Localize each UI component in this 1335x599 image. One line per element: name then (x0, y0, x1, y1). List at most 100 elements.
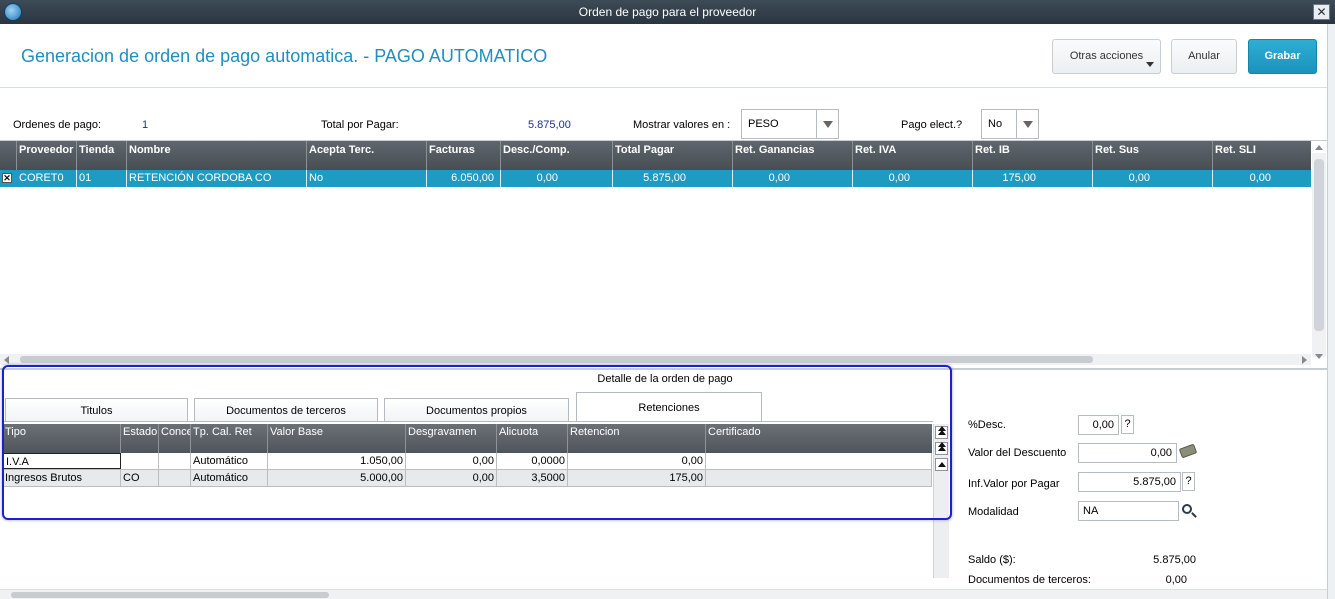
col-header-desc-comp[interactable]: Desc./Comp. (501, 141, 613, 170)
search-icon[interactable] (1182, 504, 1192, 514)
col-header-ret-ganancias[interactable]: Ret. Ganancias (733, 141, 853, 170)
col-header-estado[interactable]: Estado (121, 424, 159, 453)
cell-estado[interactable] (121, 453, 159, 469)
retenciones-vertical-scrollbar[interactable] (933, 424, 949, 578)
dropdown-arrow-icon[interactable] (816, 110, 838, 138)
cell-proveedor[interactable]: CORET0 (17, 170, 77, 187)
checkbox-icon[interactable]: ✕ (2, 173, 12, 183)
ordenes-grid: Proveedor Tienda Nombre Acepta Terc. Fac… (0, 140, 1327, 365)
cell-retencion[interactable]: 175,00 (568, 470, 706, 486)
scroll-up-icon[interactable] (935, 458, 948, 471)
cell-certificado[interactable] (706, 470, 932, 486)
valor-descuento-field[interactable]: 0,00 (1078, 443, 1177, 463)
col-header-tienda[interactable]: Tienda (77, 141, 127, 170)
help-button[interactable]: ? (1182, 472, 1195, 491)
cell-ret-iva[interactable]: 0,00 (853, 170, 973, 187)
ordenes-horizontal-scrollbar[interactable] (0, 354, 1311, 365)
cell-acepta-terc[interactable]: No (307, 170, 427, 187)
cell-tienda[interactable]: 01 (77, 170, 127, 187)
cell-conce[interactable] (159, 470, 191, 486)
scroll-top-icon[interactable] (935, 426, 948, 439)
col-header-total-pagar[interactable]: Total Pagar (613, 141, 733, 170)
doc-terceros-value: 0,00 (1165, 574, 1187, 586)
col-header-proveedor[interactable]: Proveedor (17, 141, 77, 170)
cell-conce[interactable] (159, 453, 191, 469)
cell-ret-ib[interactable]: 175,00 (973, 170, 1093, 187)
ordenes-vertical-scrollbar[interactable] (1312, 145, 1326, 359)
total-label: Total por Pagar: (321, 119, 399, 131)
table-row[interactable]: ✕ CORET0 01 RETENCIÓN CORDOBA CO No 6.05… (0, 170, 1311, 187)
window-horizontal-scrollbar[interactable] (0, 589, 1327, 599)
cell-facturas[interactable]: 6.050,00 (427, 170, 501, 187)
cell-tipo[interactable]: I.V.A (3, 453, 121, 469)
cell-certificado[interactable] (706, 453, 932, 469)
col-header-acepta-terc[interactable]: Acepta Terc. (307, 141, 427, 170)
col-header-ret-ib[interactable]: Ret. IB (973, 141, 1093, 170)
desc-pct-label: %Desc. (968, 419, 1006, 431)
scroll-down-icon[interactable] (1315, 354, 1323, 359)
cell-tipo[interactable]: Ingresos Brutos (3, 470, 121, 486)
cell-desgravamen[interactable]: 0,00 (406, 453, 497, 469)
scrollbar-thumb[interactable] (20, 356, 1093, 363)
table-row[interactable]: I.V.A Automático 1.050,00 0,00 0,0000 0,… (3, 453, 932, 470)
anular-button[interactable]: Anular (1171, 39, 1237, 74)
cell-nombre[interactable]: RETENCIÓN CORDOBA CO (127, 170, 307, 187)
cell-total-pagar[interactable]: 5.875,00 (613, 170, 733, 187)
desc-pct-field[interactable]: 0,00 (1078, 415, 1119, 435)
col-header-ret-iva[interactable]: Ret. IVA (853, 141, 973, 170)
col-header-ret-sus[interactable]: Ret. Sus (1093, 141, 1213, 170)
dropdown-arrow-icon[interactable] (1016, 110, 1038, 138)
scroll-page-up-icon[interactable] (935, 442, 948, 455)
cell-valor-base[interactable]: 5.000,00 (268, 470, 406, 486)
cell-ret-sli[interactable]: 0,00 (1213, 170, 1311, 187)
scroll-up-icon[interactable] (1315, 145, 1323, 150)
mostrar-label: Mostrar valores en : (633, 119, 731, 131)
col-header-desgravamen[interactable]: Desgravamen (406, 424, 497, 453)
cell-tp-cal-ret[interactable]: Automático (191, 470, 268, 486)
row-select-cell[interactable]: ✕ (0, 170, 17, 187)
tab-documentos-propios[interactable]: Documentos propios (384, 398, 569, 422)
inf-valor-field[interactable]: 5.875,00 (1078, 472, 1181, 492)
cell-alicuota[interactable]: 3,5000 (497, 470, 568, 486)
col-header-nombre[interactable]: Nombre (127, 141, 307, 170)
modalidad-field[interactable]: NA (1078, 501, 1179, 521)
scroll-right-icon[interactable] (1302, 356, 1307, 364)
money-icon[interactable] (1178, 443, 1198, 459)
grabar-button[interactable]: Grabar (1248, 39, 1317, 74)
panel-divider[interactable] (0, 368, 1327, 370)
cell-estado[interactable]: CO (121, 470, 159, 486)
tab-documentos-terceros[interactable]: Documentos de terceros (194, 398, 378, 422)
col-header-valor-base[interactable]: Valor Base (268, 424, 406, 453)
otras-acciones-button[interactable]: Otras acciones (1052, 39, 1161, 74)
cell-ret-ganancias[interactable]: 0,00 (733, 170, 853, 187)
col-header-conce[interactable]: Conce (159, 424, 191, 453)
tab-titulos[interactable]: Titulos (5, 398, 188, 422)
table-row[interactable]: Ingresos Brutos CO Automático 5.000,00 0… (3, 470, 932, 487)
cell-retencion[interactable]: 0,00 (568, 453, 706, 469)
scrollbar-thumb[interactable] (1314, 159, 1324, 331)
col-header-retencion[interactable]: Retencion (568, 424, 706, 453)
cell-valor-base[interactable]: 1.050,00 (268, 453, 406, 469)
retenciones-grid-header: Tipo Estado Conce Tp. Cal. Ret Valor Bas… (3, 424, 932, 453)
scrollbar-thumb[interactable] (11, 592, 329, 598)
side-panel-edge (1327, 24, 1335, 599)
cell-tp-cal-ret[interactable]: Automático (191, 453, 268, 469)
cell-desgravamen[interactable]: 0,00 (406, 470, 497, 486)
col-header-certificado[interactable]: Certificado (706, 424, 932, 453)
col-header-tipo[interactable]: Tipo (3, 424, 121, 453)
col-header-facturas[interactable]: Facturas (427, 141, 501, 170)
col-header-ret-sli[interactable]: Ret. SLI (1213, 141, 1311, 170)
pago-elect-select[interactable]: No (981, 109, 1039, 139)
window-titlebar: Orden de pago para el proveedor ✕ (0, 0, 1335, 24)
close-window-button[interactable]: ✕ (1313, 4, 1330, 20)
help-button[interactable]: ? (1121, 415, 1134, 434)
cell-alicuota[interactable]: 0,0000 (497, 453, 568, 469)
mostrar-select[interactable]: PESO (741, 109, 839, 139)
cell-ret-sus[interactable]: 0,00 (1093, 170, 1213, 187)
mostrar-select-value: PESO (748, 118, 779, 130)
scroll-left-icon[interactable] (4, 356, 9, 364)
col-header-alicuota[interactable]: Alicuota (497, 424, 568, 453)
cell-desc-comp[interactable]: 0,00 (501, 170, 613, 187)
tab-retenciones[interactable]: Retenciones (576, 392, 762, 422)
col-header-tp-cal-ret[interactable]: Tp. Cal. Ret (191, 424, 268, 453)
